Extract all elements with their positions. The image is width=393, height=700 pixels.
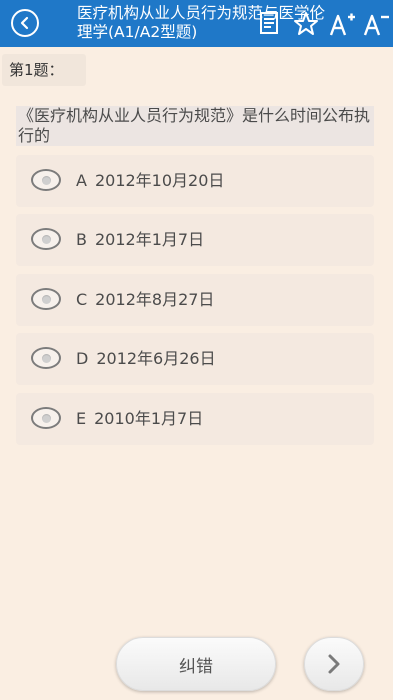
option-letter: D	[76, 349, 89, 368]
question-number: 第1题：	[2, 54, 86, 86]
option-letter: C	[76, 290, 88, 309]
option-value: 2012年6月26日	[96, 349, 216, 368]
option-label: B 2012年1月7日	[76, 229, 204, 251]
radio-button[interactable]	[31, 407, 61, 429]
option-value: 2012年1月7日	[94, 230, 205, 249]
question-text: 《医疗机构从业人员行为规范》是什么时间公布执行的	[16, 106, 374, 146]
next-button[interactable]	[304, 637, 364, 691]
option-label: C 2012年8月27日	[76, 289, 214, 311]
option-value: 2012年8月27日	[95, 290, 215, 309]
note-button[interactable]	[258, 10, 282, 36]
option-value: 2012年10月20日	[94, 171, 225, 190]
option-letter: E	[76, 409, 87, 428]
font-increase-button[interactable]	[328, 10, 356, 38]
radio-button[interactable]	[31, 169, 61, 191]
option-label: E 2010年1月7日	[76, 408, 203, 430]
option-b[interactable]: B 2012年1月7日	[16, 214, 374, 266]
font-decrease-button[interactable]	[362, 10, 390, 38]
option-c[interactable]: C 2012年8月27日	[16, 274, 374, 326]
font-increase-icon	[329, 13, 355, 36]
font-decrease-icon	[363, 14, 389, 36]
option-a[interactable]: A 2012年10月20日	[16, 155, 374, 207]
report-error-button[interactable]: 纠错	[116, 637, 276, 691]
radio-button[interactable]	[31, 288, 61, 310]
page-title: 医疗机构从业人员行为规范与医学伦理学(A1/A2型题)	[77, 4, 326, 41]
favorite-button[interactable]	[292, 10, 320, 38]
note-icon	[260, 12, 278, 34]
radio-button[interactable]	[31, 228, 61, 250]
option-label: A 2012年10月20日	[76, 170, 224, 192]
option-letter: A	[76, 171, 87, 190]
star-icon	[294, 12, 318, 35]
option-e[interactable]: E 2010年1月7日	[16, 393, 374, 445]
back-button[interactable]	[11, 9, 39, 37]
option-letter: B	[76, 230, 87, 249]
option-d[interactable]: D 2012年6月26日	[16, 333, 374, 385]
chevron-right-icon	[328, 654, 340, 674]
back-icon	[20, 16, 29, 30]
radio-button[interactable]	[31, 347, 61, 369]
app-header: 医疗机构从业人员行为规范与医学伦理学(A1/A2型题)	[0, 0, 393, 47]
option-value: 2010年1月7日	[94, 409, 204, 428]
option-label: D 2012年6月26日	[76, 348, 216, 370]
